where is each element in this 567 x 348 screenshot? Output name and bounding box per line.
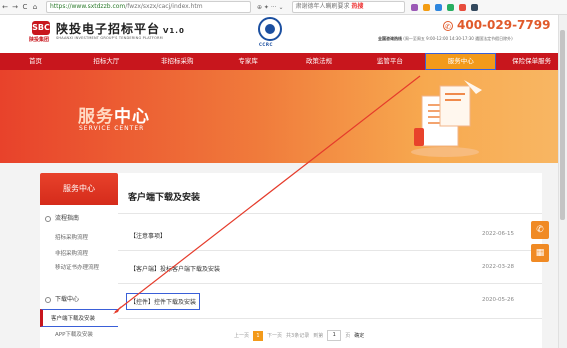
nav-item-home[interactable]: 首页 <box>0 53 71 70</box>
guide-icon <box>45 215 51 222</box>
goto-label: 到第 <box>313 333 324 339</box>
service-banner: 服务中心 SERVICE CENTER <box>0 70 567 163</box>
divider <box>118 283 542 284</box>
prev-page-button[interactable]: 上一页 <box>234 332 249 339</box>
page-actions-icon[interactable]: ⊕ ✦ ··· ⌄ <box>257 4 284 11</box>
sidebar-item-tender-process[interactable]: 招标采购流程 <box>55 233 88 241</box>
phone-icon: ✆ <box>443 21 453 31</box>
sidebar-item-app-download[interactable]: APP下载及安装 <box>55 330 93 338</box>
banner-title-main: 服务 <box>78 107 114 127</box>
list-item-title[interactable]: 【控件】控件下载及安装 <box>125 293 201 310</box>
page-number-input[interactable]: 1 <box>327 330 342 341</box>
hotline-label: 全国咨询热线 <box>378 36 402 41</box>
forward-icon[interactable]: → <box>10 3 20 11</box>
page-title: 客户端下载及安装 <box>128 193 201 203</box>
confirm-button[interactable]: 确定 <box>354 332 364 339</box>
hotline-phone: 400-029-7799 <box>457 18 551 32</box>
banner-subtitle: SERVICE CENTER <box>79 125 145 132</box>
nav-item-tender-hall[interactable]: 招标大厅 <box>71 53 142 70</box>
extension-icons <box>410 3 478 11</box>
nav-item-non-tender[interactable]: 非招标采购 <box>142 53 213 70</box>
sidebar-group-guide[interactable]: 流程指南 <box>45 213 79 222</box>
document-illustration-icon <box>411 80 482 157</box>
site-version: V1.0 <box>163 27 185 35</box>
nav-item-insurance[interactable]: 保险保单服务 <box>496 53 567 70</box>
home-icon[interactable]: ⌂ <box>30 3 40 11</box>
address-bar[interactable]: https://www.sxtdzzb.com/fwzx/sxzx/cacj/i… <box>46 1 251 13</box>
sidebar-item-non-tender-process[interactable]: 非招采购流程 <box>55 249 88 257</box>
extension-icon[interactable] <box>434 3 442 11</box>
divider <box>118 318 542 319</box>
menu-grid-icon[interactable]: ▦ <box>531 244 549 262</box>
browser-toolbar: ← → C ⌂ https://www.sxtdzzb.com/fwzx/sxz… <box>0 0 567 15</box>
nav-item-policy[interactable]: 政策法规 <box>284 53 355 70</box>
list-item-date: 2020-05-26 <box>482 297 514 303</box>
back-icon[interactable]: ← <box>0 3 10 11</box>
extension-icon[interactable] <box>446 3 454 11</box>
next-page-button[interactable]: 下一页 <box>267 332 282 339</box>
page-unit-label: 页 <box>345 333 351 339</box>
extension-icon[interactable] <box>422 3 430 11</box>
current-page[interactable]: 1 <box>253 330 264 341</box>
main-nav: 首页 招标大厅 非招标采购 专家库 政策法规 监管平台 服务中心 保险保单服务 <box>0 53 567 70</box>
sidebar-group-download[interactable]: 下载中心 <box>45 294 79 303</box>
hotline-hours: (周一至周五 9:00-12:00 14:30-17:30 遇国法定节假日除外) <box>403 36 513 41</box>
site-title-text: 陕投电子招标平台 <box>56 22 161 36</box>
record-count: 共3条记录 <box>286 333 310 339</box>
nav-item-experts[interactable]: 专家库 <box>213 53 284 70</box>
pagination: 上一页 1 下一页 共3条记录 到第 1 页 确定 <box>234 330 364 341</box>
list-item-date: 2022-06-15 <box>482 231 514 237</box>
extension-icon[interactable] <box>458 3 466 11</box>
sidebar-group-label: 下载中心 <box>55 296 80 303</box>
sidebar-header: 服务中心 <box>40 173 118 205</box>
hotline-info: 全国咨询热线 (周一至周五 9:00-12:00 14:30-17:30 遇国法… <box>378 36 513 42</box>
banner-title-accent: 中心 <box>114 107 150 127</box>
ccrc-emblem-icon <box>258 17 282 41</box>
hot-search-badge: 热搜 <box>351 3 364 10</box>
site-header: SBC 陕投集团 陕投电子招标平台 V1.0 SHAANXI INVESTMENT… <box>0 15 567 53</box>
search-text: 肃谢德年人瞒刷要求 <box>295 3 350 10</box>
menu-icon[interactable] <box>470 3 478 11</box>
site-title[interactable]: 陕投电子招标平台 V1.0 <box>56 20 185 37</box>
list-item-date: 2022-03-28 <box>482 264 514 270</box>
list-item-title[interactable]: 【客户端】投标客户端下载及安装 <box>130 264 220 273</box>
site-subtitle-en: SHAANXI INVESTMENT GROUP'S TENDERING PLA… <box>56 36 163 40</box>
logo-icon[interactable]: SBC <box>32 21 50 35</box>
ccrc-label: CCRC <box>259 42 273 47</box>
divider <box>118 213 542 214</box>
phone-contact-icon[interactable]: ✆ <box>531 221 549 239</box>
nav-item-service-center[interactable]: 服务中心 <box>425 53 497 70</box>
sidebar-item-client-download[interactable]: 客户端下载及安装 <box>40 309 124 327</box>
download-center-icon <box>45 296 51 303</box>
banner-title: 服务中心 <box>78 102 150 127</box>
reload-icon[interactable]: C <box>20 3 30 11</box>
nav-item-supervision[interactable]: 监管平台 <box>354 53 425 70</box>
scrollbar-thumb[interactable] <box>560 30 565 220</box>
url-host: https://www.sxtdzzb.com <box>50 3 126 10</box>
divider <box>118 250 542 251</box>
extension-icon[interactable] <box>410 3 418 11</box>
browser-search-input[interactable]: 肃谢德年人瞒刷要求 热搜 <box>291 1 405 13</box>
logo-subtitle: 陕投集团 <box>29 37 50 43</box>
list-item-title[interactable]: 【注意事项】 <box>130 231 166 240</box>
url-path: /fwzx/sxzx/cacj/index.htm <box>125 3 203 10</box>
sidebar-item-mobile-cert[interactable]: 移动证书办理流程 <box>55 263 99 271</box>
sidebar-group-label: 流程指南 <box>55 215 80 222</box>
